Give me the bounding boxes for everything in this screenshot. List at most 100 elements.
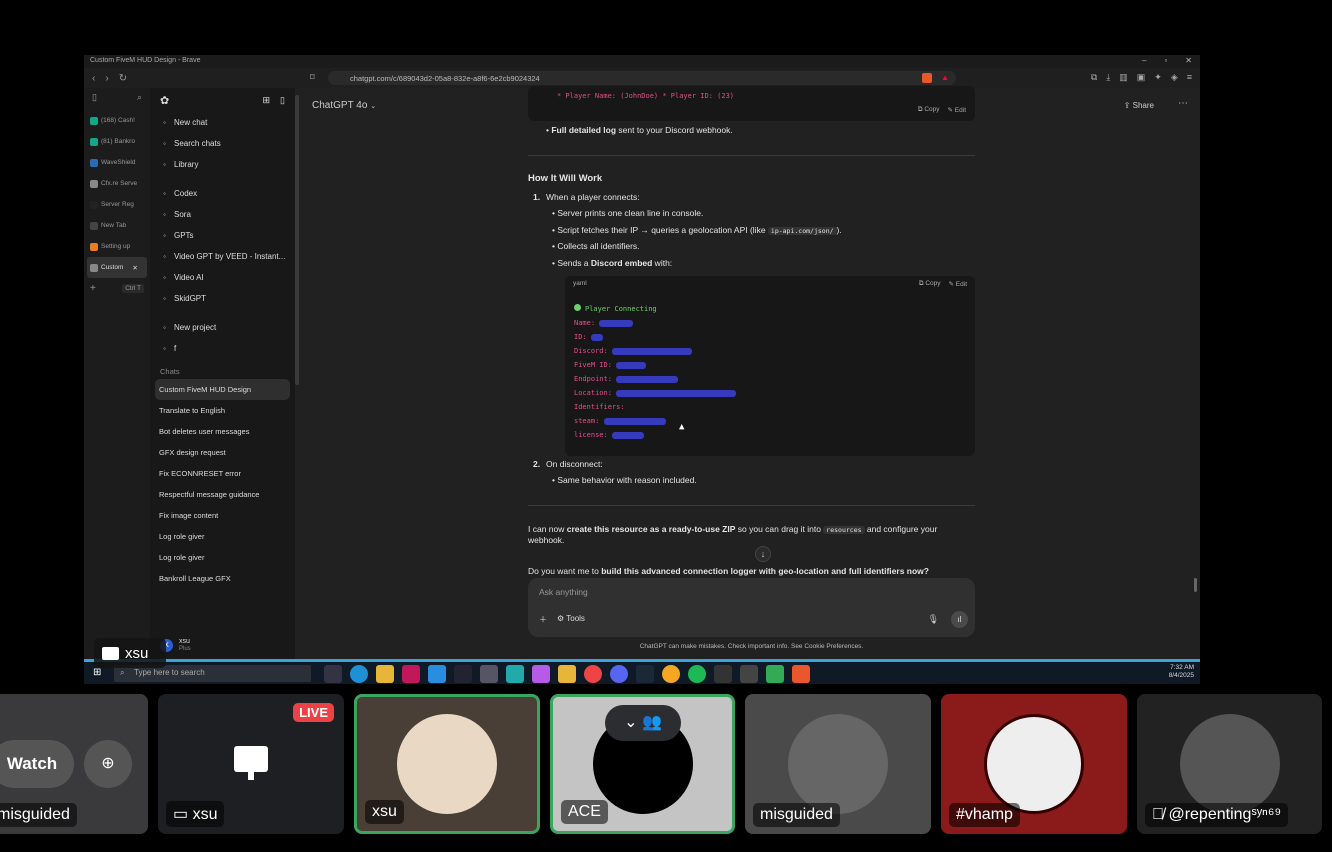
spotify-icon[interactable] <box>688 665 706 683</box>
windows-icon[interactable] <box>428 665 446 683</box>
windows-start-icon[interactable]: ⊞ <box>93 667 101 678</box>
scroll-down-button[interactable]: ↓ <box>755 546 771 562</box>
participant-tile[interactable]: xsu <box>354 694 540 834</box>
chat-history-item[interactable]: Translate to English <box>150 400 295 421</box>
sidebar-toggle-icon[interactable]: ▥ <box>1119 72 1128 83</box>
page-scrollbar[interactable] <box>1194 578 1197 592</box>
download-icon[interactable]: ⤓ <box>1106 72 1110 83</box>
participant-tile[interactable]: 🎙̸ @repentingˢʸⁿ⁶⁹ <box>1137 694 1322 834</box>
sidebar-item[interactable]: ◦ GPTs <box>150 225 295 246</box>
tools-button[interactable]: ⚙ Tools <box>557 614 585 625</box>
audio-icon[interactable] <box>714 665 732 683</box>
chat-history-item[interactable]: GFX design request <box>150 442 295 463</box>
grid-icon[interactable]: ⊞ <box>263 95 271 106</box>
tab-search-icon[interactable]: ⌕ <box>137 92 142 106</box>
tab-panel-icon[interactable]: ▯ <box>92 92 97 106</box>
search-app-icon[interactable] <box>454 665 472 683</box>
chat-history-item[interactable]: Bot deletes user messages <box>150 421 295 442</box>
popout-icon[interactable]: ⊕ <box>84 740 132 788</box>
wallet-icon[interactable]: ▣ <box>1137 72 1146 83</box>
participant-tile[interactable]: misguided <box>745 694 931 834</box>
participant-tile[interactable]: #vhamp <box>941 694 1127 834</box>
minimize-icon[interactable]: – <box>1142 56 1146 65</box>
url-bar[interactable]: chatgpt.com/c/689043d2-05a8-832e-a8f6-6e… <box>328 71 956 85</box>
discord-icon[interactable] <box>610 665 628 683</box>
browser-tab[interactable]: Cfx.re Serve <box>84 173 150 194</box>
browser-tab[interactable]: New Tab <box>84 215 150 236</box>
sidebar-item[interactable]: ◦ Video AI <box>150 267 295 288</box>
app-icon[interactable] <box>740 665 758 683</box>
edit-button[interactable]: ✎ Edit <box>948 106 966 114</box>
extensions-icon[interactable]: ⧉ <box>1091 72 1097 83</box>
bookmark-icon[interactable]: ⌑ <box>310 72 315 83</box>
copy-button[interactable]: ⧉ Copy <box>919 280 941 288</box>
edge-icon[interactable] <box>506 665 524 683</box>
sidebar-item[interactable]: ◦ f <box>150 338 295 359</box>
voice-mode-icon[interactable]: ıl <box>951 611 968 628</box>
forward-icon[interactable]: › <box>105 73 108 84</box>
close-tab-icon[interactable]: ✕ <box>132 264 137 272</box>
user-menu[interactable]: X xsu Plus <box>150 631 295 659</box>
chat-history-item[interactable]: Fix ECONNRESET error <box>150 463 295 484</box>
copilot-icon[interactable] <box>532 665 550 683</box>
chat-history-item[interactable]: Bankroll League GFX <box>150 568 295 589</box>
chat-history-item[interactable]: Fix image content <box>150 505 295 526</box>
edit-button[interactable]: ✎ Edit <box>949 280 967 288</box>
browser-tab[interactable]: Server Reg <box>84 194 150 215</box>
app-icon[interactable] <box>662 665 680 683</box>
menu-icon[interactable]: ≡ <box>1187 72 1192 83</box>
chat-history-item[interactable]: Custom FiveM HUD Design <box>155 379 290 400</box>
window-icon[interactable] <box>480 665 498 683</box>
openai-logo-icon[interactable]: ✿ <box>160 94 169 107</box>
back-icon[interactable]: ‹ <box>92 73 95 84</box>
leo-icon[interactable]: ✦ <box>1154 72 1162 83</box>
sidebar-item[interactable]: ◦ Search chats <box>150 133 295 154</box>
browser-tab[interactable]: WaveShield <box>84 152 150 173</box>
watch-button[interactable]: Watch <box>0 740 74 788</box>
edge-icon[interactable] <box>350 665 368 683</box>
sidebar-item[interactable]: ◦ SkidGPT <box>150 288 295 309</box>
share-button[interactable]: ⇪ Share <box>1124 101 1154 110</box>
maximize-icon[interactable]: ▫ <box>1164 56 1167 65</box>
close-icon[interactable]: ✕ <box>1185 56 1192 65</box>
sidebar-item[interactable]: ◦ Library <box>150 154 295 175</box>
participant-tile[interactable]: LIVE ▭ xsu <box>158 694 344 834</box>
system-tray[interactable]: 7:32 AM 8/4/2025 <box>1169 664 1194 680</box>
sidebar-item[interactable]: ◦ Sora <box>150 204 295 225</box>
chat-history-item[interactable]: Respectful message guidance <box>150 484 295 505</box>
browser-tab[interactable]: Setting up <box>84 236 150 257</box>
microphone-icon[interactable]: 🎙 <box>928 614 939 625</box>
prompt-input[interactable]: Ask anything <box>539 587 588 597</box>
browser-tab[interactable]: Custom ✕ <box>87 257 147 278</box>
brave-shield-icon[interactable] <box>922 73 932 83</box>
app-icon[interactable] <box>402 665 420 683</box>
chat-history-item[interactable]: Log role giver <box>150 547 295 568</box>
file-explorer-icon[interactable] <box>376 665 394 683</box>
sidebar-item[interactable]: ◦ Codex <box>150 183 295 204</box>
brave-rewards-icon[interactable]: ▲ <box>941 73 949 82</box>
attach-icon[interactable]: ＋ <box>539 614 547 625</box>
sidebar-item[interactable]: ◦ New chat <box>150 112 295 133</box>
chrome-icon[interactable] <box>584 665 602 683</box>
vpn-icon[interactable]: ◈ <box>1171 72 1178 83</box>
participant-tile[interactable]: ⌄ 👥 ACE <box>550 694 735 834</box>
brave-icon[interactable] <box>792 665 810 683</box>
browser-tab[interactable]: (168) Cash! <box>84 110 150 131</box>
sidebar-close-icon[interactable]: ▯ <box>280 95 285 106</box>
copy-button[interactable]: ⧉ Copy <box>918 106 940 114</box>
new-tab-button[interactable]: + Ctrl T <box>84 278 150 299</box>
participant-tile[interactable]: Watch ⊕ misguided <box>0 694 148 834</box>
more-options-icon[interactable]: ⋯ <box>1178 98 1188 109</box>
chat-history-item[interactable]: Log role giver <box>150 526 295 547</box>
collapse-controls[interactable]: ⌄ 👥 <box>605 705 681 741</box>
folder-icon[interactable] <box>558 665 576 683</box>
browser-tab[interactable]: (81) Bankro <box>84 131 150 152</box>
steam-icon[interactable] <box>636 665 654 683</box>
app-icon[interactable] <box>766 665 784 683</box>
sidebar-item[interactable]: ◦ New project <box>150 317 295 338</box>
task-view-icon[interactable] <box>324 665 342 683</box>
reload-icon[interactable]: ↻ <box>119 73 127 84</box>
model-selector[interactable]: ChatGPT 4o ⌄ <box>312 100 376 111</box>
sidebar-item[interactable]: ◦ Video GPT by VEED - Instant... <box>150 246 295 267</box>
step-1: 1. When a player connects: <box>528 192 975 203</box>
